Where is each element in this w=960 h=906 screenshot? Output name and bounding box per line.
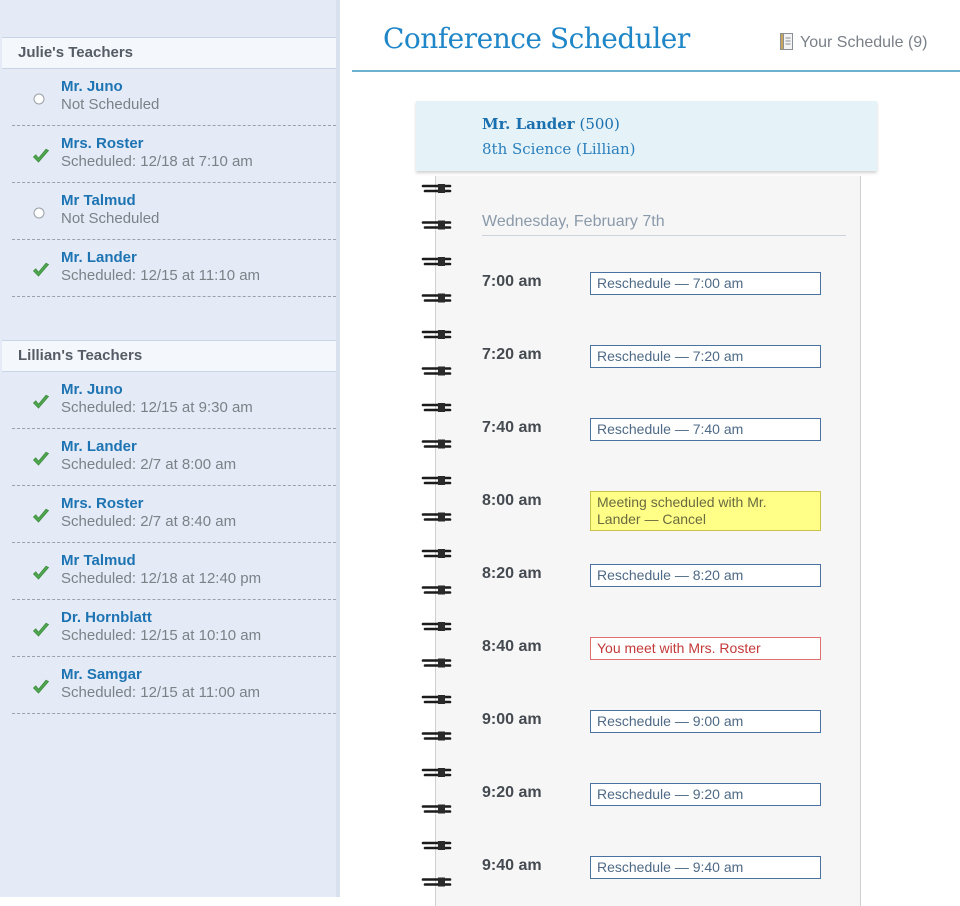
- teacher-name[interactable]: Mr. Juno: [61, 78, 123, 95]
- teacher-item[interactable]: Mr. Samgar Scheduled: 12/15 at 11:00 am: [12, 657, 336, 714]
- header-divider: [352, 70, 960, 72]
- day-divider: [482, 235, 846, 236]
- teacher-item[interactable]: Dr. Hornblatt Scheduled: 12/15 at 10:10 …: [12, 600, 336, 657]
- spiral-ring: [421, 476, 452, 485]
- reschedule-button[interactable]: Reschedule — 9:00 am: [590, 710, 821, 733]
- checkmark-icon: [32, 679, 50, 695]
- teacher-item[interactable]: Mr. Lander Scheduled: 12/15 at 11:10 am: [12, 240, 336, 297]
- reschedule-button[interactable]: Reschedule — 7:00 am: [590, 272, 821, 295]
- checkmark-icon: [32, 394, 50, 410]
- spiral-ring: [421, 512, 452, 522]
- teacher-name[interactable]: Mr. Lander: [61, 438, 137, 455]
- spiral-ring: [421, 585, 452, 595]
- schedule-day-label: Wednesday, February 7th: [482, 213, 665, 230]
- spiral-ring: [421, 293, 452, 303]
- teacher-card: Mr. Lander (500) 8th Science (Lillian): [416, 101, 877, 171]
- slot-time: 9:40 am: [482, 857, 542, 874]
- spiral-ring: [421, 366, 452, 376]
- notebook-icon: [780, 33, 793, 50]
- teacher-status: Scheduled: 12/18 at 7:10 am: [61, 153, 253, 170]
- slot-time: 8:40 am: [482, 638, 542, 655]
- sidebar: Julie's Teachers Mr. Juno Not Scheduled …: [0, 0, 340, 897]
- teacher-item[interactable]: Mr. Juno Not Scheduled: [12, 69, 336, 126]
- teacher-list: Mr. Juno Not Scheduled Mrs. Roster Sched…: [0, 69, 336, 297]
- slot-time: 7:00 am: [482, 273, 542, 290]
- slot-time: 9:20 am: [482, 784, 542, 801]
- group-header: Julie's Teachers: [2, 37, 336, 69]
- teacher-name[interactable]: Mr. Samgar: [61, 666, 142, 683]
- teacher-card-name: Mr. Lander: [482, 115, 575, 133]
- checkmark-icon: [32, 262, 50, 278]
- checkmark-icon: [32, 148, 50, 164]
- teacher-status: Scheduled: 12/15 at 11:00 am: [61, 684, 261, 701]
- spiral-ring: [421, 804, 452, 814]
- reschedule-button[interactable]: Reschedule — 8:20 am: [590, 564, 821, 587]
- teacher-list: Mr. Juno Scheduled: 12/15 at 9:30 am Mr.…: [0, 372, 336, 714]
- teacher-card-room: (500): [579, 115, 620, 133]
- teacher-name[interactable]: Mrs. Roster: [61, 495, 144, 512]
- your-schedule-label: Your Schedule (9): [800, 34, 928, 51]
- spiral-ring: [421, 257, 452, 266]
- teacher-group-lillian: Lillian's Teachers Mr. Juno Scheduled: 1…: [0, 340, 336, 714]
- teacher-status: Scheduled: 12/15 at 10:10 am: [61, 627, 262, 644]
- slot-time: 7:20 am: [482, 346, 542, 363]
- teacher-name[interactable]: Mrs. Roster: [61, 135, 144, 152]
- spiral-ring: [421, 220, 452, 230]
- spiral-ring: [421, 622, 452, 631]
- spiral-ring: [421, 439, 452, 449]
- teacher-name[interactable]: Dr. Hornblatt: [61, 609, 152, 626]
- conflict-notice: You meet with Mrs. Roster: [590, 637, 821, 660]
- checkmark-icon: [32, 451, 50, 467]
- spiral-ring: [421, 841, 452, 850]
- spiral-ring: [421, 403, 452, 412]
- checkmark-icon: [32, 622, 50, 638]
- spiral-ring: [421, 549, 452, 558]
- teacher-group-julie: Julie's Teachers Mr. Juno Not Scheduled …: [0, 37, 336, 297]
- checkmark-icon: [32, 565, 50, 581]
- spiral-ring: [421, 877, 452, 887]
- empty-circle-icon: [32, 205, 48, 221]
- teacher-name[interactable]: Mr. Juno: [61, 381, 123, 398]
- teacher-item[interactable]: Mr Talmud Not Scheduled: [12, 183, 336, 240]
- page-title: Conference Scheduler: [383, 22, 690, 55]
- reschedule-button[interactable]: Reschedule — 9:20 am: [590, 783, 821, 806]
- teacher-item[interactable]: Mr. Lander Scheduled: 2/7 at 8:00 am: [12, 429, 336, 486]
- teacher-card-course: 8th Science (Lillian): [482, 140, 636, 158]
- teacher-status: Not Scheduled: [61, 96, 160, 113]
- teacher-status: Scheduled: 2/7 at 8:00 am: [61, 456, 237, 473]
- slot-time: 8:20 am: [482, 565, 542, 582]
- teacher-status: Scheduled: 12/15 at 9:30 am: [61, 399, 253, 416]
- teacher-status: Scheduled: 2/7 at 8:40 am: [61, 513, 237, 530]
- slot-time: 9:00 am: [482, 711, 542, 728]
- reschedule-button[interactable]: Reschedule — 9:40 am: [590, 856, 821, 879]
- spiral-ring: [421, 695, 452, 704]
- teacher-status: Scheduled: 12/18 at 12:40 pm: [61, 570, 262, 587]
- slot-time: 8:00 am: [482, 492, 542, 509]
- empty-circle-icon: [32, 91, 48, 107]
- checkmark-icon: [32, 508, 50, 524]
- teacher-status: Scheduled: 12/15 at 11:10 am: [61, 267, 261, 284]
- teacher-item[interactable]: Mr Talmud Scheduled: 12/18 at 12:40 pm: [12, 543, 336, 600]
- slot-time: 7:40 am: [482, 419, 542, 436]
- teacher-item[interactable]: Mr. Juno Scheduled: 12/15 at 9:30 am: [12, 372, 336, 429]
- reschedule-button[interactable]: Reschedule — 7:40 am: [590, 418, 821, 441]
- spiral-ring: [421, 184, 452, 193]
- teacher-item[interactable]: Mrs. Roster Scheduled: 12/18 at 7:10 am: [12, 126, 336, 183]
- spiral-ring: [421, 658, 452, 668]
- spiral-ring: [421, 330, 452, 339]
- spiral-ring: [421, 731, 452, 741]
- teacher-name[interactable]: Mr Talmud: [61, 552, 136, 569]
- spiral-binding-icon: [421, 184, 452, 887]
- teacher-name[interactable]: Mr. Lander: [61, 249, 137, 266]
- teacher-name[interactable]: Mr Talmud: [61, 192, 136, 209]
- reschedule-button[interactable]: Reschedule — 7:20 am: [590, 345, 821, 368]
- teacher-status: Not Scheduled: [61, 210, 160, 227]
- teacher-item[interactable]: Mrs. Roster Scheduled: 2/7 at 8:40 am: [12, 486, 336, 543]
- teacher-card-title: Mr. Lander (500): [482, 115, 620, 133]
- group-header: Lillian's Teachers: [2, 340, 336, 372]
- your-schedule-link[interactable]: Your Schedule (9): [779, 33, 928, 52]
- cancel-meeting-button[interactable]: Meeting scheduled with Mr. Lander — Canc…: [590, 491, 821, 531]
- spiral-ring: [421, 768, 452, 777]
